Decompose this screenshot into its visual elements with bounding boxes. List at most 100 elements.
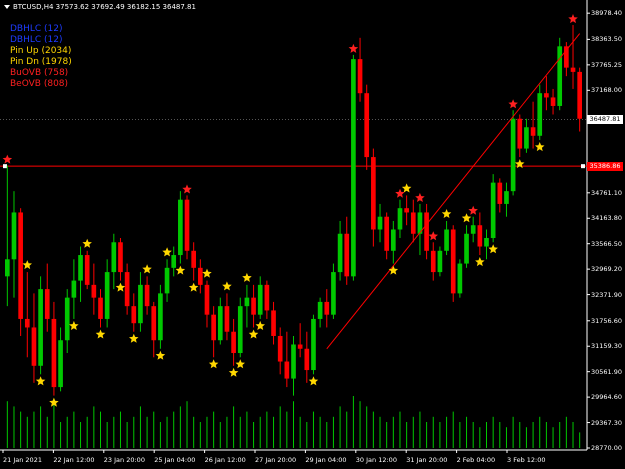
bear-candle [31, 327, 37, 366]
time-tick-label: 26 Jan 12:00 [204, 456, 246, 464]
bull-candle [337, 233, 343, 273]
bear-candle [404, 208, 409, 213]
pin-bar-star [69, 320, 79, 330]
price-tick-label: 28770.00 [591, 444, 623, 452]
pin-bar-star [242, 272, 252, 282]
legend-item: DBHLC (12) [10, 35, 63, 45]
price-tick-label: 30561.90 [591, 367, 623, 376]
price-tick-label: 31756.60 [591, 316, 623, 325]
bull-candle [464, 233, 469, 264]
time-tick-label: 25 Jan 04:00 [154, 456, 196, 464]
bear-candle [204, 284, 210, 315]
pin-bar-star [228, 367, 239, 377]
bull-candle [510, 118, 516, 192]
bear-candle [191, 250, 197, 268]
bull-candle [11, 212, 17, 260]
bull-candle [504, 191, 509, 204]
indicator-legend: DBHLC (12) DBHLC (12) Pin Up (2034) Pin Dn … [10, 24, 72, 90]
bear-candle [197, 267, 203, 285]
price-tick-label: 37168.00 [591, 86, 623, 95]
pin-bar-star [82, 238, 92, 248]
bear-candle [231, 331, 236, 354]
bull-candle [164, 267, 170, 294]
chart-title-text: BTCUSD,H4 37573.62 37692.49 36182.15 364… [13, 3, 196, 11]
ovb-star [348, 43, 359, 53]
bear-candle [297, 344, 303, 349]
bull-candle [457, 263, 463, 294]
bull-candle [377, 216, 383, 230]
time-axis: 21 Jan 2021 22 Jan 12:00 23 Jan 20:00 25 Ja… [0, 450, 587, 469]
ovb-star [468, 205, 478, 215]
bear-candle [118, 242, 123, 273]
time-tick-label: 2 Feb 04:00 [456, 456, 496, 464]
chart-menu-icon[interactable] [4, 5, 10, 9]
price-tick-label: 33566.50 [591, 239, 623, 248]
bull-candle [104, 272, 110, 319]
bull-candle [158, 293, 163, 341]
pin-bar-star [95, 329, 106, 339]
bear-candle [251, 297, 256, 315]
price-tick-label: 34761.10 [591, 188, 623, 197]
pin-bar-star [235, 359, 245, 369]
ovb-star [428, 231, 438, 241]
bull-candle [64, 297, 70, 341]
bull-candle [78, 255, 83, 281]
bear-candle [151, 306, 157, 341]
price-axis: 38978.40 38363.50 37765.25 37168.00 36487.81… [587, 0, 625, 452]
bull-candle [437, 250, 443, 273]
price-tick-label: 32371.90 [591, 290, 623, 299]
pin-bar-star [162, 247, 172, 257]
bull-candle [4, 259, 10, 277]
bear-candle [91, 284, 97, 298]
bear-candle [410, 212, 416, 234]
ovb-star [508, 99, 518, 109]
price-tick-label: 31159.30 [591, 342, 623, 351]
bear-candle [450, 229, 456, 294]
price-tick-label: 37765.25 [591, 60, 623, 69]
legend-item: Pin Up (2034) [10, 46, 72, 56]
pin-bar-star [35, 376, 46, 386]
price-tick-label: 29367.30 [591, 418, 623, 427]
bull-candle [171, 255, 177, 268]
bear-candle [18, 212, 23, 319]
pin-bar-star [488, 244, 498, 254]
bear-candle [324, 301, 330, 315]
pin-bar-star [401, 183, 412, 193]
pin-bar-star [155, 350, 166, 360]
chart-area[interactable]: BTCUSD,H4 37573.62 37692.49 36182.15 364… [0, 0, 625, 469]
bear-candle [284, 361, 290, 379]
bear-candle [98, 297, 103, 319]
pin-bar-star [202, 268, 212, 278]
bear-candle [184, 199, 190, 251]
time-tick-label: 3 Feb 12:00 [507, 456, 546, 464]
level-price-label: 35386.86 [587, 161, 623, 171]
bear-candle [264, 284, 270, 311]
level-line-handle [581, 164, 585, 169]
candlestick-chart[interactable] [0, 0, 625, 469]
bear-candle [530, 127, 536, 136]
legend-item: BuOVB (758) [10, 68, 69, 78]
pin-bar-star [142, 264, 152, 274]
pin-bar-star [441, 209, 452, 218]
bear-candle [371, 157, 376, 230]
pin-bar-star [535, 142, 545, 152]
bull-candle [58, 340, 63, 388]
bull-candle [490, 182, 496, 239]
time-tick-label: 29 Jan 04:00 [305, 456, 347, 464]
pin-bar-star [22, 260, 32, 270]
bear-candle [430, 250, 436, 273]
legend-item: BeOVB (808) [10, 79, 69, 89]
pin-bar-star [308, 376, 319, 386]
pin-bar-star [175, 265, 186, 275]
bull-candle [244, 297, 250, 307]
bear-candle [544, 93, 549, 98]
time-tick-label: 30 Jan 12:00 [355, 456, 397, 464]
pin-bar-star [115, 282, 126, 292]
bear-candle [51, 318, 57, 388]
bear-candle [384, 216, 390, 251]
price-tick-label: 38978.40 [591, 9, 623, 18]
time-tick-label: 23 Jan 20:00 [103, 456, 145, 464]
bull-candle [351, 59, 356, 277]
ovb-star [415, 192, 425, 202]
bull-candle [138, 284, 143, 324]
